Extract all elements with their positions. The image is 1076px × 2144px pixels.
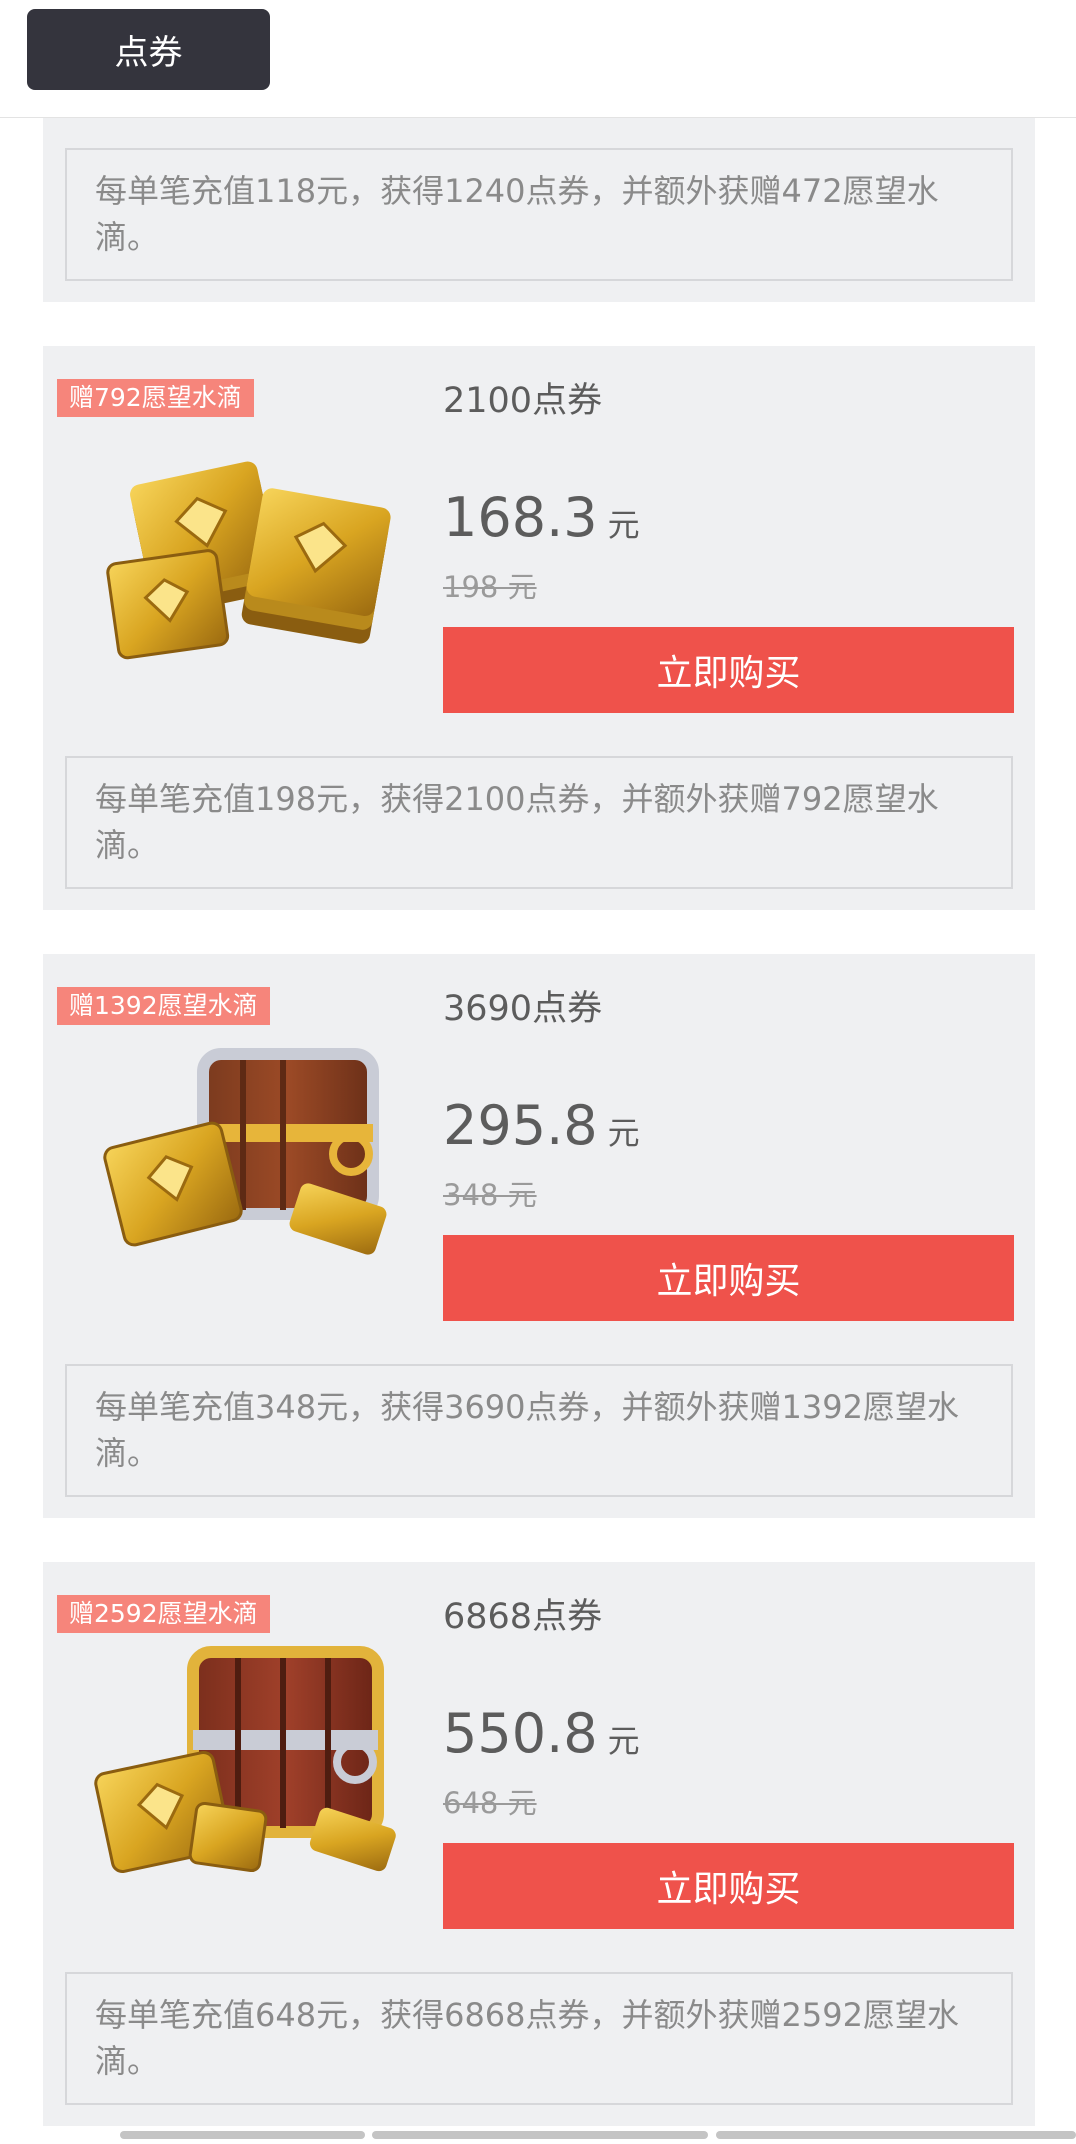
treasure-chest-image (103, 1048, 387, 1255)
large-treasure-chest-image (94, 1646, 396, 1874)
sale-price: 550.8 (443, 1702, 598, 1765)
scroll-indicator (120, 2131, 365, 2139)
product-card: 赠1392愿望水滴 3690点券 295.8 元 348 元 立即购买 每单笔充值… (43, 954, 1035, 1518)
product-card: 赠792愿望水滴 2100点券 168.3 元 198 元 立即购买 每单笔充值… (43, 346, 1035, 910)
sale-price: 168.3 (443, 486, 598, 549)
description-text: 每单笔充值648元，获得6868点券，并额外获赠2592愿望水滴。 (95, 1996, 959, 2080)
product-card: 赠2592愿望水滴 6868点券 550.8 元 648 元 立即购买 每单笔充值… (43, 1562, 1035, 2126)
price-row: 550.8 元 (443, 1702, 640, 1765)
price-row: 168.3 元 (443, 486, 640, 549)
product-description: 每单笔充值648元，获得6868点券，并额外获赠2592愿望水滴。 (65, 1972, 1013, 2105)
product-description: 每单笔充值198元，获得2100点券，并额外获赠792愿望水滴。 (65, 756, 1013, 889)
scroll-indicator (372, 2131, 708, 2139)
buy-now-button[interactable]: 立即购买 (443, 1843, 1014, 1929)
coupon-amount: 6868点券 (443, 1597, 603, 1637)
price-unit: 元 (607, 1114, 640, 1152)
gold-coupon-stacks-image (106, 461, 391, 660)
bonus-badge: 赠1392愿望水滴 (57, 987, 270, 1025)
original-price: 198 元 (443, 570, 537, 604)
buy-now-button[interactable]: 立即购买 (443, 1235, 1014, 1321)
product-description: 每单笔充值118元，获得1240点券，并额外获赠472愿望水滴。 (65, 148, 1013, 281)
price-row: 295.8 元 (443, 1094, 640, 1157)
original-price: 648 元 (443, 1786, 537, 1820)
coupon-amount: 2100点券 (443, 381, 603, 421)
price-unit: 元 (607, 506, 640, 544)
buy-now-button[interactable]: 立即购买 (443, 627, 1014, 713)
coupon-amount: 3690点券 (443, 989, 603, 1029)
product-card-partial: 每单笔充值118元，获得1240点券，并额外获赠472愿望水滴。 (43, 118, 1035, 302)
product-description: 每单笔充值348元，获得3690点券，并额外获赠1392愿望水滴。 (65, 1364, 1013, 1497)
description-text: 每单笔充值118元，获得1240点券，并额外获赠472愿望水滴。 (95, 172, 939, 256)
sale-price: 295.8 (443, 1094, 598, 1157)
bonus-badge: 赠792愿望水滴 (57, 379, 254, 417)
tab-coupons[interactable]: 点券 (27, 9, 270, 90)
price-unit: 元 (607, 1722, 640, 1760)
bonus-badge: 赠2592愿望水滴 (57, 1595, 270, 1633)
description-text: 每单笔充值348元，获得3690点券，并额外获赠1392愿望水滴。 (95, 1388, 959, 1472)
scroll-indicator (716, 2131, 1076, 2139)
header: 点券 (0, 0, 1076, 118)
original-price: 348 元 (443, 1178, 537, 1212)
description-text: 每单笔充值198元，获得2100点券，并额外获赠792愿望水滴。 (95, 780, 939, 864)
